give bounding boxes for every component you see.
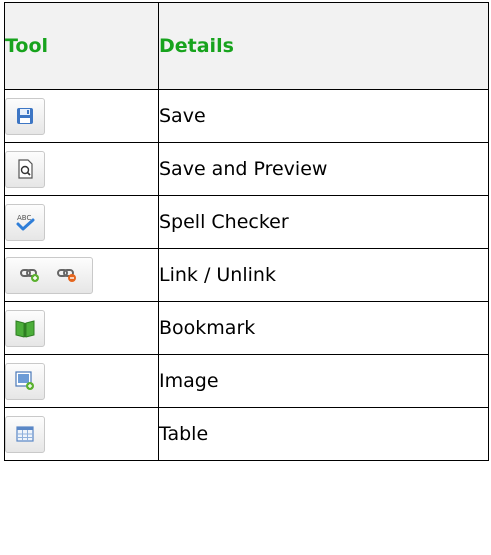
- page: Tool Details Save Save and Preview ABC S…: [0, 0, 491, 555]
- tool-cell: [4, 301, 159, 355]
- details-cell: Bookmark: [158, 301, 489, 355]
- table-icon: [16, 426, 34, 442]
- tool-cell: [4, 89, 159, 143]
- spell-checker-button[interactable]: ABC: [5, 203, 45, 241]
- details-cell: Spell Checker: [158, 195, 489, 249]
- details-cell: Link / Unlink: [158, 248, 489, 302]
- tool-cell: ABC: [4, 195, 159, 249]
- link-icon: [19, 268, 39, 282]
- save-preview-icon: [18, 159, 33, 179]
- table-row: Save and Preview: [4, 142, 489, 196]
- table-row: Image: [4, 354, 489, 408]
- link-unlink-button[interactable]: [5, 256, 93, 294]
- bookmark-button[interactable]: [5, 309, 45, 347]
- save-icon: [17, 108, 33, 124]
- table-row: Table: [4, 407, 489, 461]
- spell-checker-icon: ABC: [16, 214, 35, 231]
- table-row: Bookmark: [4, 301, 489, 355]
- details-cell: Image: [158, 354, 489, 408]
- details-cell: Table: [158, 407, 489, 461]
- unlink-icon: [56, 268, 76, 282]
- image-button[interactable]: [5, 362, 45, 400]
- header-tool: Tool: [4, 2, 159, 90]
- table-row: Link / Unlink: [4, 248, 489, 302]
- table-button[interactable]: [5, 415, 45, 453]
- table-header-row: Tool Details: [4, 2, 489, 90]
- tools-table: Tool Details Save Save and Preview ABC S…: [4, 2, 489, 461]
- image-icon: [15, 371, 34, 390]
- tool-cell: [4, 407, 159, 461]
- tool-cell: [4, 142, 159, 196]
- tool-cell: [4, 248, 159, 302]
- table-row: Save: [4, 89, 489, 143]
- tool-cell: [4, 354, 159, 408]
- details-cell: Save: [158, 89, 489, 143]
- svg-text:ABC: ABC: [17, 214, 31, 222]
- details-cell: Save and Preview: [158, 142, 489, 196]
- table-row: ABC Spell Checker: [4, 195, 489, 249]
- bookmark-icon: [15, 320, 35, 338]
- save-preview-button[interactable]: [5, 150, 45, 188]
- save-button[interactable]: [5, 97, 45, 135]
- header-details: Details: [158, 2, 489, 90]
